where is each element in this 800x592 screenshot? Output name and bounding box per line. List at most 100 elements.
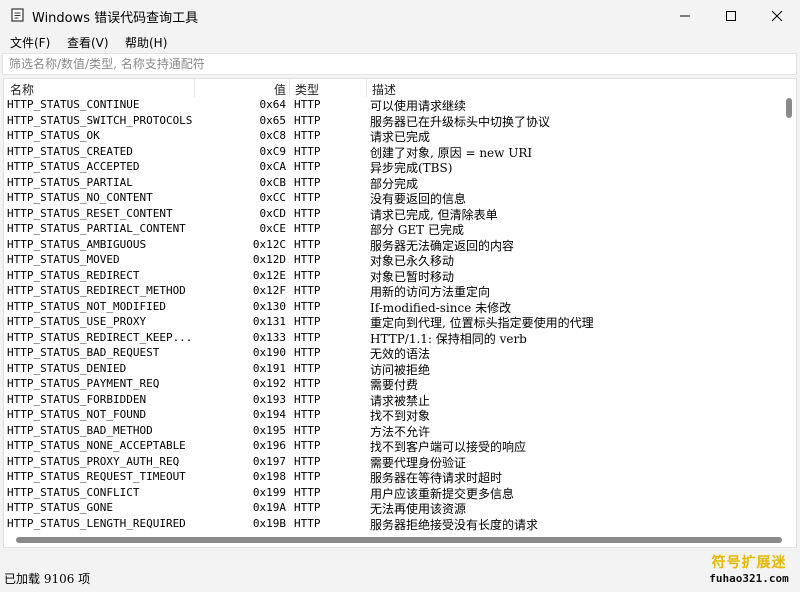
row-value: 0xCA: [259, 160, 287, 173]
table-row[interactable]: HTTP_STATUS_FORBIDDEN 0x193 HTTP 请求被禁止: [4, 392, 784, 408]
row-name: HTTP_STATUS_CREATED: [7, 144, 133, 158]
row-value: 0xC8: [259, 129, 287, 142]
row-description: 无效的语法: [370, 347, 431, 361]
column-divider[interactable]: [289, 79, 290, 97]
menu-view[interactable]: 查看(V): [67, 34, 109, 51]
row-value: 0xCE: [259, 222, 287, 235]
row-value: 0x190: [252, 346, 286, 359]
row-type: HTTP: [294, 160, 321, 173]
table-row[interactable]: HTTP_STATUS_USE_PROXY 0x131 HTTP 重定向到代理, 位置…: [4, 314, 784, 330]
column-divider[interactable]: [366, 79, 367, 97]
table-row[interactable]: HTTP_STATUS_SWITCH_PROTOCOLS 0x65 HTTP 服务器已…: [4, 113, 784, 129]
table-row[interactable]: HTTP_STATUS_PAYMENT_REQ 0x192 HTTP 需要付费: [4, 376, 784, 392]
table-row[interactable]: HTTP_STATUS_GONE 0x19A HTTP 无法再使用该资源: [4, 500, 784, 516]
table-row[interactable]: HTTP_STATUS_CONFLICT 0x199 HTTP 用户应该重新提交更多信…: [4, 485, 784, 501]
table-row[interactable]: HTTP_STATUS_DENIED 0x191 HTTP 访问被拒绝: [4, 361, 784, 377]
column-header-name[interactable]: 名称: [10, 81, 34, 98]
table-row[interactable]: HTTP_STATUS_RESET_CONTENT 0xCD HTTP 请求已完成, …: [4, 206, 784, 222]
title-bar: Windows 错误代码查询工具: [0, 0, 800, 32]
row-name: HTTP_STATUS_NONE_ACCEPTABLE: [7, 439, 186, 452]
row-type: HTTP: [294, 408, 321, 421]
row-type: HTTP: [294, 377, 321, 390]
watermark-logo: 符号扩展迷 fuhao321.com: [703, 552, 795, 588]
close-button[interactable]: [754, 0, 800, 32]
row-type: HTTP: [294, 113, 321, 127]
row-description: If-modified-since 未修改: [370, 300, 512, 315]
watermark-url: fuhao321.com: [709, 572, 789, 585]
table-row[interactable]: HTTP_STATUS_REDIRECT_KEEP... 0x133 HTTP HTT…: [4, 330, 784, 346]
column-header-type[interactable]: 类型: [295, 81, 319, 98]
close-icon: [771, 10, 783, 22]
row-value: 0x199: [252, 485, 286, 499]
table-row[interactable]: HTTP_STATUS_LENGTH_REQUIRED 0x19B HTTP 服务器拒…: [4, 516, 784, 532]
column-header-value[interactable]: 值: [274, 81, 286, 98]
filter-input[interactable]: [3, 54, 800, 74]
row-value: 0x65: [259, 113, 287, 127]
row-description: 对象已永久移动: [370, 254, 455, 268]
maximize-button[interactable]: [708, 0, 754, 32]
row-description: 部分 GET 已完成: [370, 223, 464, 237]
table-row[interactable]: HTTP_STATUS_NO_CONTENT 0xCC HTTP 没有要返回的信息: [4, 190, 784, 206]
column-header-desc[interactable]: 描述: [372, 81, 396, 98]
table-row[interactable]: HTTP_STATUS_PARTIAL 0xCB HTTP 部分完成: [4, 175, 784, 191]
row-type: HTTP: [294, 284, 321, 297]
row-type: HTTP: [294, 485, 321, 499]
row-description: 对象已暂时移动: [370, 269, 455, 284]
error-code-list: 名称 值 类型 描述 HTTP_STATUS_CONTINUE 0x64 HTTP 可…: [3, 78, 797, 548]
table-row[interactable]: HTTP_STATUS_REDIRECT_METHOD 0x12F HTTP 用新的访…: [4, 283, 784, 299]
table-row[interactable]: HTTP_STATUS_REQUEST_TIMEOUT 0x198 HTTP 服务器在…: [4, 469, 784, 485]
table-row[interactable]: HTTP_STATUS_NONE_ACCEPTABLE 0x196 HTTP 找不到客…: [4, 438, 784, 454]
app-document-icon: [11, 8, 24, 22]
row-name: HTTP_STATUS_REDIRECT_KEEP...: [7, 330, 193, 344]
row-value: 0x133: [252, 330, 286, 344]
row-name: HTTP_STATUS_RESET_CONTENT: [7, 206, 173, 220]
vertical-scrollbar[interactable]: [782, 97, 796, 535]
row-type: HTTP: [294, 315, 321, 328]
menu-bar: 文件(F) 查看(V) 帮助(H): [0, 32, 800, 52]
row-description: HTTP/1.1: 保持相同的 verb: [370, 331, 527, 346]
row-description: 服务器已在升级标头中切换了协议: [370, 114, 551, 129]
row-value: 0x64: [259, 98, 287, 111]
row-value: 0x12F: [252, 284, 286, 297]
row-value: 0x192: [252, 377, 286, 390]
table-row[interactable]: HTTP_STATUS_CONTINUE 0x64 HTTP 可以使用请求继续: [4, 97, 784, 113]
table-row[interactable]: HTTP_STATUS_AMBIGUOUS 0x12C HTTP 服务器无法确定返回的…: [4, 237, 784, 253]
row-type: HTTP: [294, 206, 321, 220]
horizontal-scrollbar[interactable]: [4, 533, 784, 547]
row-description: 服务器在等待请求时超时: [370, 471, 503, 485]
row-description: 请求被禁止: [370, 393, 431, 408]
row-type: HTTP: [294, 501, 321, 514]
table-row[interactable]: HTTP_STATUS_CREATED 0xC9 HTTP 创建了对象, 原因 = n…: [4, 144, 784, 160]
row-name: HTTP_STATUS_PROXY_AUTH_REQ: [7, 454, 180, 468]
row-value: 0x19A: [252, 501, 286, 514]
menu-help[interactable]: 帮助(H): [125, 34, 167, 51]
table-row[interactable]: HTTP_STATUS_NOT_FOUND 0x194 HTTP 找不到对象: [4, 407, 784, 423]
table-row[interactable]: HTTP_STATUS_NOT_MODIFIED 0x130 HTTP If-modi…: [4, 299, 784, 315]
table-row[interactable]: HTTP_STATUS_PROXY_AUTH_REQ 0x197 HTTP 需要代理身…: [4, 454, 784, 470]
table-row[interactable]: HTTP_STATUS_MOVED 0x12D HTTP 对象已永久移动: [4, 252, 784, 268]
list-rows: HTTP_STATUS_CONTINUE 0x64 HTTP 可以使用请求继续 HTTP…: [4, 97, 784, 547]
table-row[interactable]: HTTP_STATUS_REDIRECT 0x12E HTTP 对象已暂时移动: [4, 268, 784, 284]
row-value: 0x12D: [252, 253, 286, 266]
row-description: 服务器拒绝接受没有长度的请求: [370, 517, 539, 532]
table-row[interactable]: HTTP_STATUS_BAD_METHOD 0x195 HTTP 方法不允许: [4, 423, 784, 439]
table-row[interactable]: HTTP_STATUS_OK 0xC8 HTTP 请求已完成: [4, 128, 784, 144]
table-row[interactable]: HTTP_STATUS_ACCEPTED 0xCA HTTP 异步完成(TBS): [4, 159, 784, 175]
vertical-scroll-thumb[interactable]: [786, 98, 792, 118]
table-row[interactable]: HTTP_STATUS_BAD_REQUEST 0x190 HTTP 无效的语法: [4, 345, 784, 361]
table-row[interactable]: HTTP_STATUS_PARTIAL_CONTENT 0xCE HTTP 部分 GE…: [4, 221, 784, 237]
row-description: 异步完成(TBS): [370, 161, 453, 175]
menu-file[interactable]: 文件(F): [10, 34, 50, 51]
row-name: HTTP_STATUS_REQUEST_TIMEOUT: [7, 470, 186, 483]
row-type: HTTP: [294, 392, 321, 406]
list-header: 名称 值 类型 描述: [4, 79, 796, 97]
row-name: HTTP_STATUS_CONFLICT: [7, 485, 140, 499]
row-value: 0x196: [252, 439, 286, 452]
row-description: 重定向到代理, 位置标头指定要使用的代理: [370, 316, 594, 330]
watermark-title: 符号扩展迷: [711, 555, 787, 571]
minimize-button[interactable]: [662, 0, 708, 32]
column-divider[interactable]: [194, 79, 195, 97]
maximize-icon: [726, 11, 736, 21]
row-value: 0x130: [252, 299, 286, 313]
horizontal-scroll-thumb[interactable]: [16, 537, 782, 543]
